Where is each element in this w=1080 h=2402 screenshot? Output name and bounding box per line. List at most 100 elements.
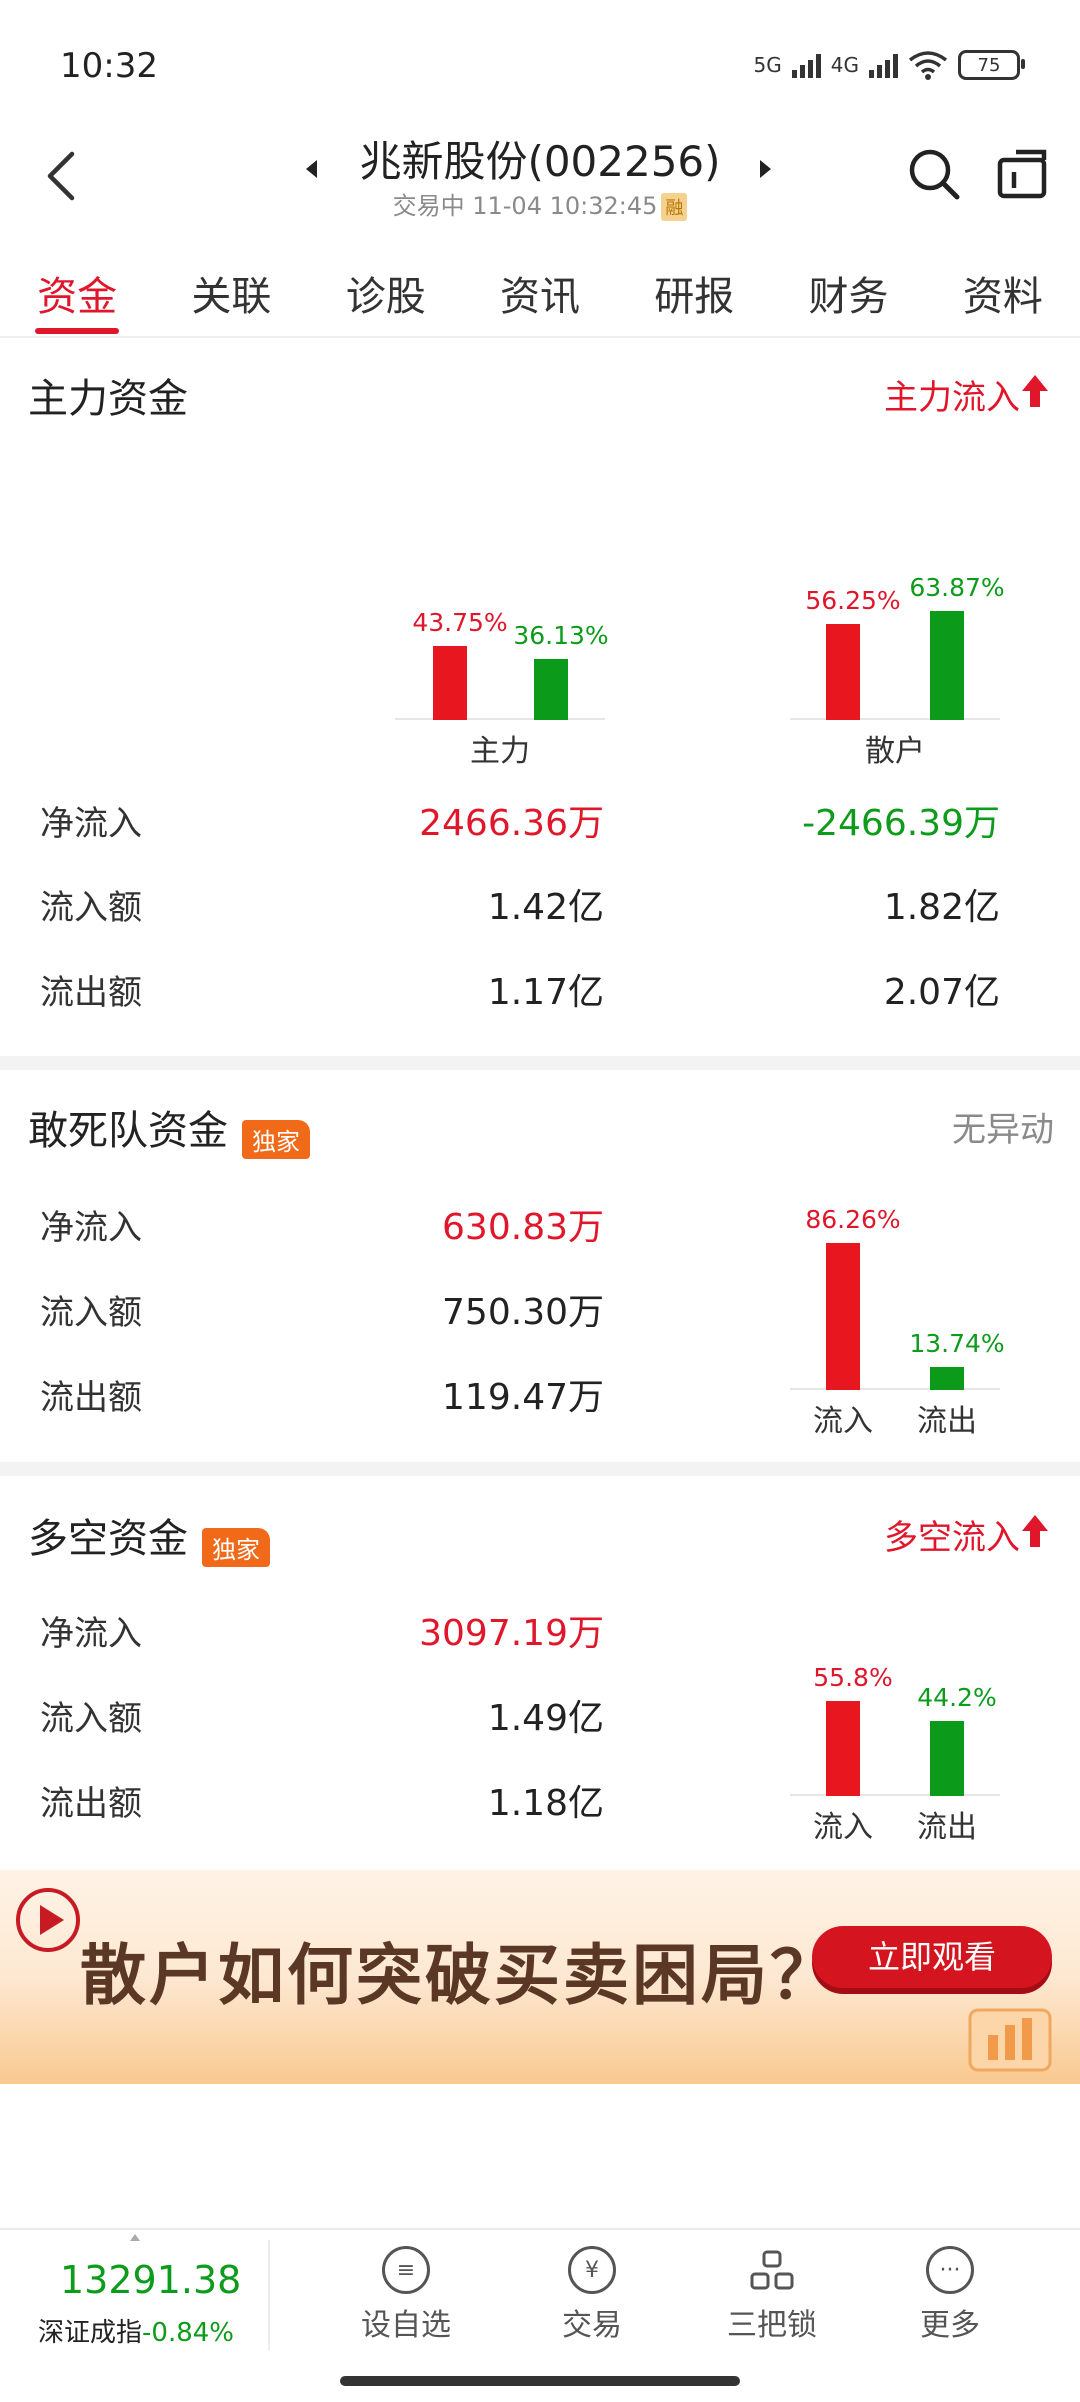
ls-in-value: 1.49亿 bbox=[487, 1698, 604, 1739]
retail-net-value: -2466.39万 bbox=[802, 803, 1000, 844]
next-stock-icon[interactable] bbox=[760, 160, 771, 178]
main-chart-label: 主力 bbox=[470, 734, 530, 769]
dare-outflow-bar bbox=[930, 1367, 964, 1390]
ls-out-label: 流出额 bbox=[40, 1784, 142, 1824]
play-icon bbox=[16, 1888, 80, 1952]
retail-inflow-pct: 56.25% bbox=[805, 586, 901, 615]
main-in-label: 流入额 bbox=[40, 888, 142, 928]
index-name: 深证成指 bbox=[38, 2318, 143, 2348]
main-in-value: 1.42亿 bbox=[487, 887, 604, 928]
ls-inflow-bar bbox=[826, 1701, 860, 1796]
retail-inflow-bar bbox=[826, 624, 860, 720]
tab-profile[interactable]: 资料 bbox=[926, 258, 1080, 338]
up-arrow-icon bbox=[1022, 1515, 1048, 1547]
signal-4g-icon bbox=[869, 52, 898, 78]
dare-out-value: 119.47万 bbox=[442, 1377, 604, 1418]
section-divider bbox=[0, 1056, 1080, 1070]
main-fund-status: 主力流入 bbox=[884, 378, 1020, 418]
longshort-fund-status: 多空流入 bbox=[884, 1518, 1020, 1558]
battery-level: 75 bbox=[977, 54, 1001, 76]
more-icon: ··· bbox=[926, 2246, 974, 2294]
retail-out-value: 2.07亿 bbox=[883, 972, 1000, 1013]
ls-outflow-pct: 44.2% bbox=[917, 1683, 997, 1712]
nav-more[interactable]: ··· 更多 bbox=[880, 2246, 1020, 2344]
margin-tag: 融 bbox=[661, 193, 688, 221]
ls-inflow-label: 流入 bbox=[813, 1810, 873, 1845]
main-fund-title: 主力资金 bbox=[28, 376, 188, 422]
list-icon: ≡ bbox=[382, 2246, 430, 2294]
chart-baseline bbox=[790, 1388, 1000, 1390]
dare-chart: 86.26% 13.74% bbox=[790, 1180, 1005, 1390]
exclusive-badge: 独家 bbox=[202, 1528, 270, 1567]
network-5g-label: 5G bbox=[753, 53, 782, 77]
ls-net-label: 净流入 bbox=[40, 1614, 142, 1654]
retail-outflow-bar bbox=[930, 611, 964, 720]
longshort-fund-header: 多空资金 独家 bbox=[28, 1506, 270, 1567]
main-outflow-pct: 36.13% bbox=[513, 621, 609, 650]
main-net-label: 净流入 bbox=[40, 804, 142, 844]
retail-outflow-pct: 63.87% bbox=[909, 573, 1005, 602]
tab-news[interactable]: 资讯 bbox=[463, 258, 617, 338]
main-outflow-bar bbox=[534, 659, 568, 720]
nav-label: 三把锁 bbox=[727, 2308, 817, 2343]
promo-banner[interactable]: 散户如何突破买卖困局？ 立即观看 bbox=[0, 1870, 1080, 2084]
dare-in-label: 流入额 bbox=[40, 1293, 142, 1333]
home-indicator[interactable] bbox=[340, 2376, 740, 2386]
dare-inflow-bar bbox=[826, 1243, 860, 1390]
search-icon[interactable] bbox=[906, 146, 962, 202]
expand-arrow-icon[interactable] bbox=[130, 2234, 140, 2241]
dare-fund-title: 敢死队资金 bbox=[28, 1108, 228, 1154]
index-change: -0.84% bbox=[142, 2318, 234, 2348]
dare-fund-status: 无异动 bbox=[952, 1110, 1054, 1150]
ls-net-value: 3097.19万 bbox=[419, 1613, 604, 1654]
longshort-fund-title: 多空资金 bbox=[28, 1516, 188, 1562]
dare-fund-header: 敢死队资金 独家 bbox=[28, 1098, 310, 1159]
chart-decoration-icon bbox=[968, 2008, 1052, 2072]
main-out-label: 流出额 bbox=[40, 973, 142, 1013]
main-net-value: 2466.36万 bbox=[419, 803, 604, 844]
nav-trade[interactable]: ¥ 交易 bbox=[522, 2246, 662, 2344]
trade-status-text: 交易中 11-04 10:32:45 bbox=[392, 192, 658, 220]
up-arrow-icon bbox=[1022, 375, 1048, 407]
nav-label: 交易 bbox=[562, 2308, 622, 2343]
banner-text: 散户如何突破买卖困局？ bbox=[80, 1937, 839, 2014]
section-divider bbox=[0, 1462, 1080, 1476]
wifi-icon bbox=[908, 51, 948, 80]
main-out-value: 1.17亿 bbox=[487, 972, 604, 1013]
longshort-chart: 55.8% 44.2% bbox=[790, 1596, 1000, 1796]
retail-chart-label: 散户 bbox=[865, 734, 925, 769]
share-icon[interactable] bbox=[996, 148, 1048, 200]
ls-in-label: 流入额 bbox=[40, 1699, 142, 1739]
exclusive-badge: 独家 bbox=[242, 1120, 310, 1159]
chart-baseline bbox=[790, 1794, 1000, 1796]
index-value[interactable]: 13291.38 bbox=[60, 2258, 241, 2302]
chart-baseline bbox=[790, 718, 1000, 720]
yuan-icon: ¥ bbox=[568, 2246, 616, 2294]
battery-icon: 75 bbox=[958, 50, 1025, 80]
dare-out-label: 流出额 bbox=[40, 1378, 142, 1418]
dare-outflow-label: 流出 bbox=[917, 1404, 977, 1439]
main-inflow-bar bbox=[433, 646, 467, 720]
dare-inflow-pct: 86.26% bbox=[805, 1205, 901, 1234]
tab-diagnose[interactable]: 诊股 bbox=[309, 258, 463, 338]
dare-net-label: 净流入 bbox=[40, 1208, 142, 1248]
tab-research[interactable]: 研报 bbox=[617, 258, 771, 338]
index-info[interactable]: 深证成指-0.84% bbox=[38, 2312, 234, 2349]
watch-now-button[interactable]: 立即观看 bbox=[812, 1926, 1052, 1988]
tab-fund[interactable]: 资金 bbox=[0, 258, 154, 338]
dare-net-value: 630.83万 bbox=[442, 1207, 604, 1248]
nav-three-locks[interactable]: 三把锁 bbox=[702, 2246, 842, 2344]
retail-chart: 56.25% 63.87% bbox=[790, 500, 1005, 720]
signal-5g-icon bbox=[791, 52, 821, 78]
tab-related[interactable]: 关联 bbox=[154, 258, 308, 338]
chart-baseline bbox=[395, 718, 605, 720]
locks-icon bbox=[750, 2250, 794, 2290]
bottom-divider bbox=[268, 2240, 270, 2350]
status-time: 10:32 bbox=[60, 46, 158, 86]
main-inflow-pct: 43.75% bbox=[412, 608, 508, 637]
main-chart: 43.75% 36.13% bbox=[395, 500, 609, 720]
nav-add-watchlist[interactable]: ≡ 设自选 bbox=[336, 2246, 476, 2344]
tab-finance[interactable]: 财务 bbox=[771, 258, 925, 338]
network-4g-label: 4G bbox=[830, 53, 859, 77]
retail-in-value: 1.82亿 bbox=[883, 887, 1000, 928]
